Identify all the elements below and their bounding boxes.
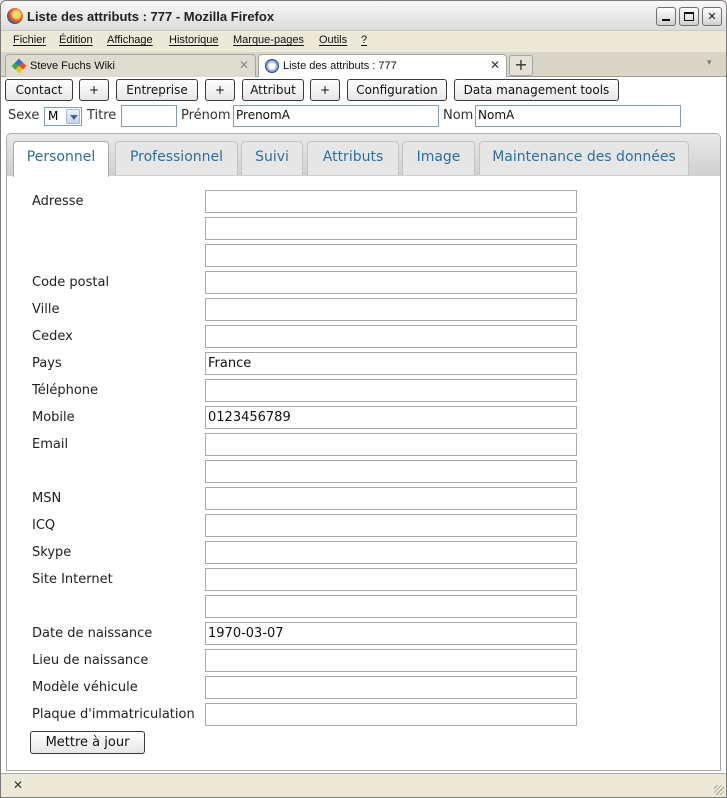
pays-input[interactable]: France: [205, 352, 577, 375]
attributes-panel: Personnel Professionnel Suivi Attributs …: [6, 133, 721, 771]
ville-input[interactable]: [205, 298, 577, 321]
sexe-label: Sexe: [8, 108, 40, 123]
title-bar[interactable]: Liste des attributs : 777 - Mozilla Fire…: [1, 1, 726, 31]
cedex-label: Cedex: [32, 329, 73, 344]
maximize-icon: [684, 12, 694, 21]
email-input-1[interactable]: [205, 433, 577, 456]
tab-attributs[interactable]: Attributs: [307, 141, 399, 175]
sexe-value: M: [48, 109, 59, 123]
lieu-naissance-input[interactable]: [205, 649, 577, 672]
browser-tab-label: Steve Fuchs Wiki: [30, 60, 115, 72]
tab-image[interactable]: Image: [402, 141, 475, 175]
msn-input[interactable]: [205, 487, 577, 510]
adresse-label: Adresse: [32, 194, 84, 209]
panel-tab-bar: Personnel Professionnel Suivi Attributs …: [7, 134, 720, 177]
menu-help[interactable]: ?: [361, 34, 367, 46]
site-internet-input-1[interactable]: [205, 568, 577, 591]
configuration-button[interactable]: Configuration: [347, 79, 447, 101]
window-title: Liste des attributs : 777 - Mozilla Fire…: [27, 9, 275, 24]
plaque-label: Plaque d'immatriculation: [32, 707, 195, 722]
menu-bar: Fichier Édition Affichage Historique Mar…: [1, 31, 726, 52]
menu-affichage[interactable]: Affichage: [107, 34, 153, 46]
email-input-2[interactable]: [205, 460, 577, 483]
menu-historique[interactable]: Historique: [169, 34, 219, 46]
tab-suivi[interactable]: Suivi: [241, 141, 303, 175]
browser-tab-strip: Steve Fuchs Wiki ✕ Liste des attributs :…: [1, 52, 726, 78]
ville-label: Ville: [32, 302, 60, 317]
telephone-label: Téléphone: [32, 383, 99, 398]
site-internet-label: Site Internet: [32, 572, 113, 587]
tab-professionnel[interactable]: Professionnel: [115, 141, 238, 175]
firefox-icon: [7, 8, 23, 24]
add-contact-button[interactable]: +: [79, 79, 109, 101]
new-tab-button[interactable]: +: [509, 55, 533, 76]
tab-maintenance-des-donnees[interactable]: Maintenance des données: [479, 141, 689, 175]
page-favicon-icon: [265, 59, 279, 73]
entreprise-button[interactable]: Entreprise: [116, 79, 198, 101]
close-tab-icon[interactable]: ✕: [490, 58, 500, 72]
close-tab-icon[interactable]: ✕: [239, 58, 249, 72]
code-postal-input[interactable]: [205, 271, 577, 294]
maximize-button[interactable]: [679, 7, 699, 26]
icq-label: ICQ: [32, 518, 56, 533]
page-content: Contact + Entreprise + Attribut + Config…: [1, 77, 726, 773]
titre-input[interactable]: [121, 105, 177, 127]
icq-input[interactable]: [205, 514, 577, 537]
tab-personnel[interactable]: Personnel: [13, 141, 109, 177]
menu-edition[interactable]: Édition: [59, 34, 93, 46]
code-postal-label: Code postal: [32, 275, 110, 290]
email-label: Email: [32, 437, 69, 452]
site-internet-input-2[interactable]: [205, 595, 577, 618]
resize-grip-icon[interactable]: [714, 785, 724, 795]
attribut-button[interactable]: Attribut: [242, 79, 304, 101]
pays-label: Pays: [32, 356, 62, 371]
telephone-input[interactable]: [205, 379, 577, 402]
nom-label: Nom: [443, 108, 474, 123]
menu-marque-pages[interactable]: Marque-pages: [233, 34, 304, 46]
close-window-button[interactable]: ✕: [702, 7, 722, 26]
skype-input[interactable]: [205, 541, 577, 564]
plaque-input[interactable]: [205, 703, 577, 726]
date-naissance-label: Date de naissance: [32, 626, 153, 641]
nom-input[interactable]: NomA: [475, 105, 681, 127]
browser-window: Liste des attributs : 777 - Mozilla Fire…: [0, 0, 727, 798]
browser-tab-steve-fuchs-wiki[interactable]: Steve Fuchs Wiki ✕: [5, 54, 256, 77]
contact-button[interactable]: Contact: [5, 79, 73, 101]
browser-tab-label: Liste des attributs : 777: [283, 60, 397, 72]
adresse-input-2[interactable]: [205, 217, 577, 240]
browser-tab-liste-des-attributs[interactable]: Liste des attributs : 777 ✕: [258, 54, 507, 78]
mobile-input[interactable]: 0123456789: [205, 406, 577, 429]
close-icon: ✕: [707, 10, 717, 23]
wiki-favicon-icon: [11, 58, 27, 74]
data-management-tools-button[interactable]: Data management tools: [454, 79, 619, 101]
modele-vehicule-input[interactable]: [205, 676, 577, 699]
msn-label: MSN: [32, 491, 62, 506]
minimize-icon: [662, 19, 670, 21]
menu-fichier[interactable]: Fichier: [13, 34, 46, 46]
tab-list-arrow-icon[interactable]: ▾: [707, 58, 712, 68]
prenom-label: Prénom: [181, 108, 231, 123]
date-naissance-input[interactable]: 1970-03-07: [205, 622, 577, 645]
prenom-input[interactable]: PrenomA: [233, 105, 439, 127]
modele-vehicule-label: Modèle véhicule: [32, 680, 138, 695]
skype-label: Skype: [32, 545, 72, 560]
chevron-down-icon[interactable]: [66, 109, 80, 124]
titre-label: Titre: [87, 108, 117, 123]
sexe-select[interactable]: M: [44, 107, 82, 126]
mobile-label: Mobile: [32, 410, 75, 425]
adresse-input-3[interactable]: [205, 244, 577, 267]
update-button[interactable]: Mettre à jour: [30, 731, 145, 754]
menu-outils[interactable]: Outils: [319, 34, 347, 46]
adresse-input-1[interactable]: [205, 190, 577, 213]
close-icon[interactable]: ✕: [13, 778, 23, 792]
add-entreprise-button[interactable]: +: [205, 79, 235, 101]
add-attribut-button[interactable]: +: [310, 79, 340, 101]
status-bar: ✕: [1, 773, 726, 797]
minimize-button[interactable]: [656, 7, 676, 26]
cedex-input[interactable]: [205, 325, 577, 348]
lieu-naissance-label: Lieu de naissance: [32, 653, 149, 668]
